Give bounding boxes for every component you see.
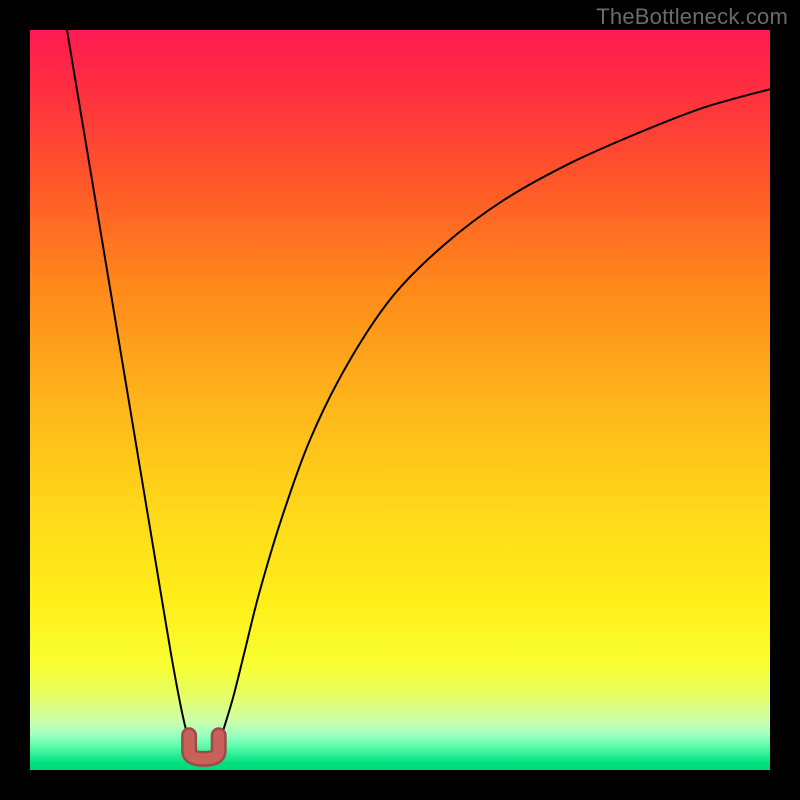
curve-right-branch <box>215 89 770 755</box>
outer-frame: TheBottleneck.com <box>0 0 800 800</box>
plot-area <box>30 30 770 770</box>
watermark-text: TheBottleneck.com <box>596 4 788 30</box>
curve-left-branch <box>67 30 197 755</box>
minimum-marker-inner <box>189 735 219 759</box>
chart-curves <box>30 30 770 770</box>
